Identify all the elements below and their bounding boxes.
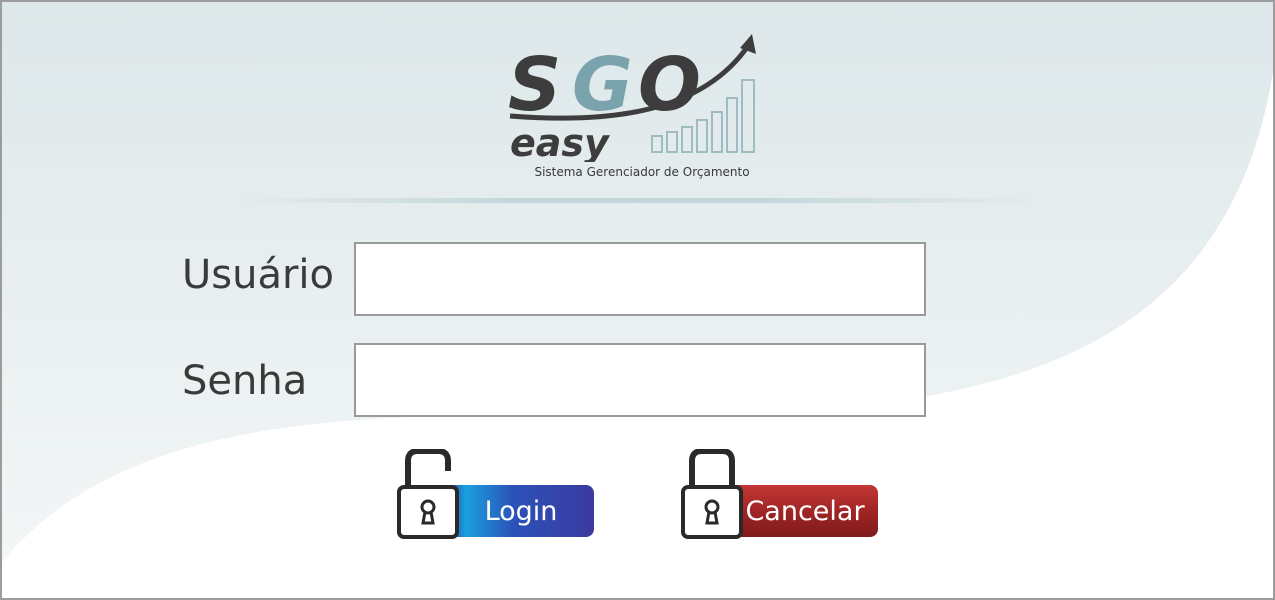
login-window: S G O easy Sistema Gerenciador de Orçame… (0, 0, 1275, 600)
unlocked-padlock-icon (397, 449, 459, 539)
cancel-button[interactable]: Cancelar (680, 449, 880, 539)
user-label: Usuário (182, 252, 335, 298)
password-label: Senha (182, 358, 308, 404)
locked-padlock-icon (681, 449, 743, 539)
cancel-label: Cancelar (732, 485, 878, 537)
login-button[interactable]: Login (396, 449, 596, 539)
logo-tagline: Sistema Gerenciador de Orçamento (534, 165, 750, 179)
logo-easy: easy (510, 121, 611, 162)
sgo-easy-logo: S G O easy Sistema Gerenciador de Orçame… (502, 32, 782, 182)
login-label: Login (448, 485, 594, 537)
user-input[interactable] (354, 242, 926, 316)
password-input[interactable] (354, 343, 926, 417)
header-divider (232, 198, 1042, 203)
logo-letter-o: O (638, 42, 701, 128)
